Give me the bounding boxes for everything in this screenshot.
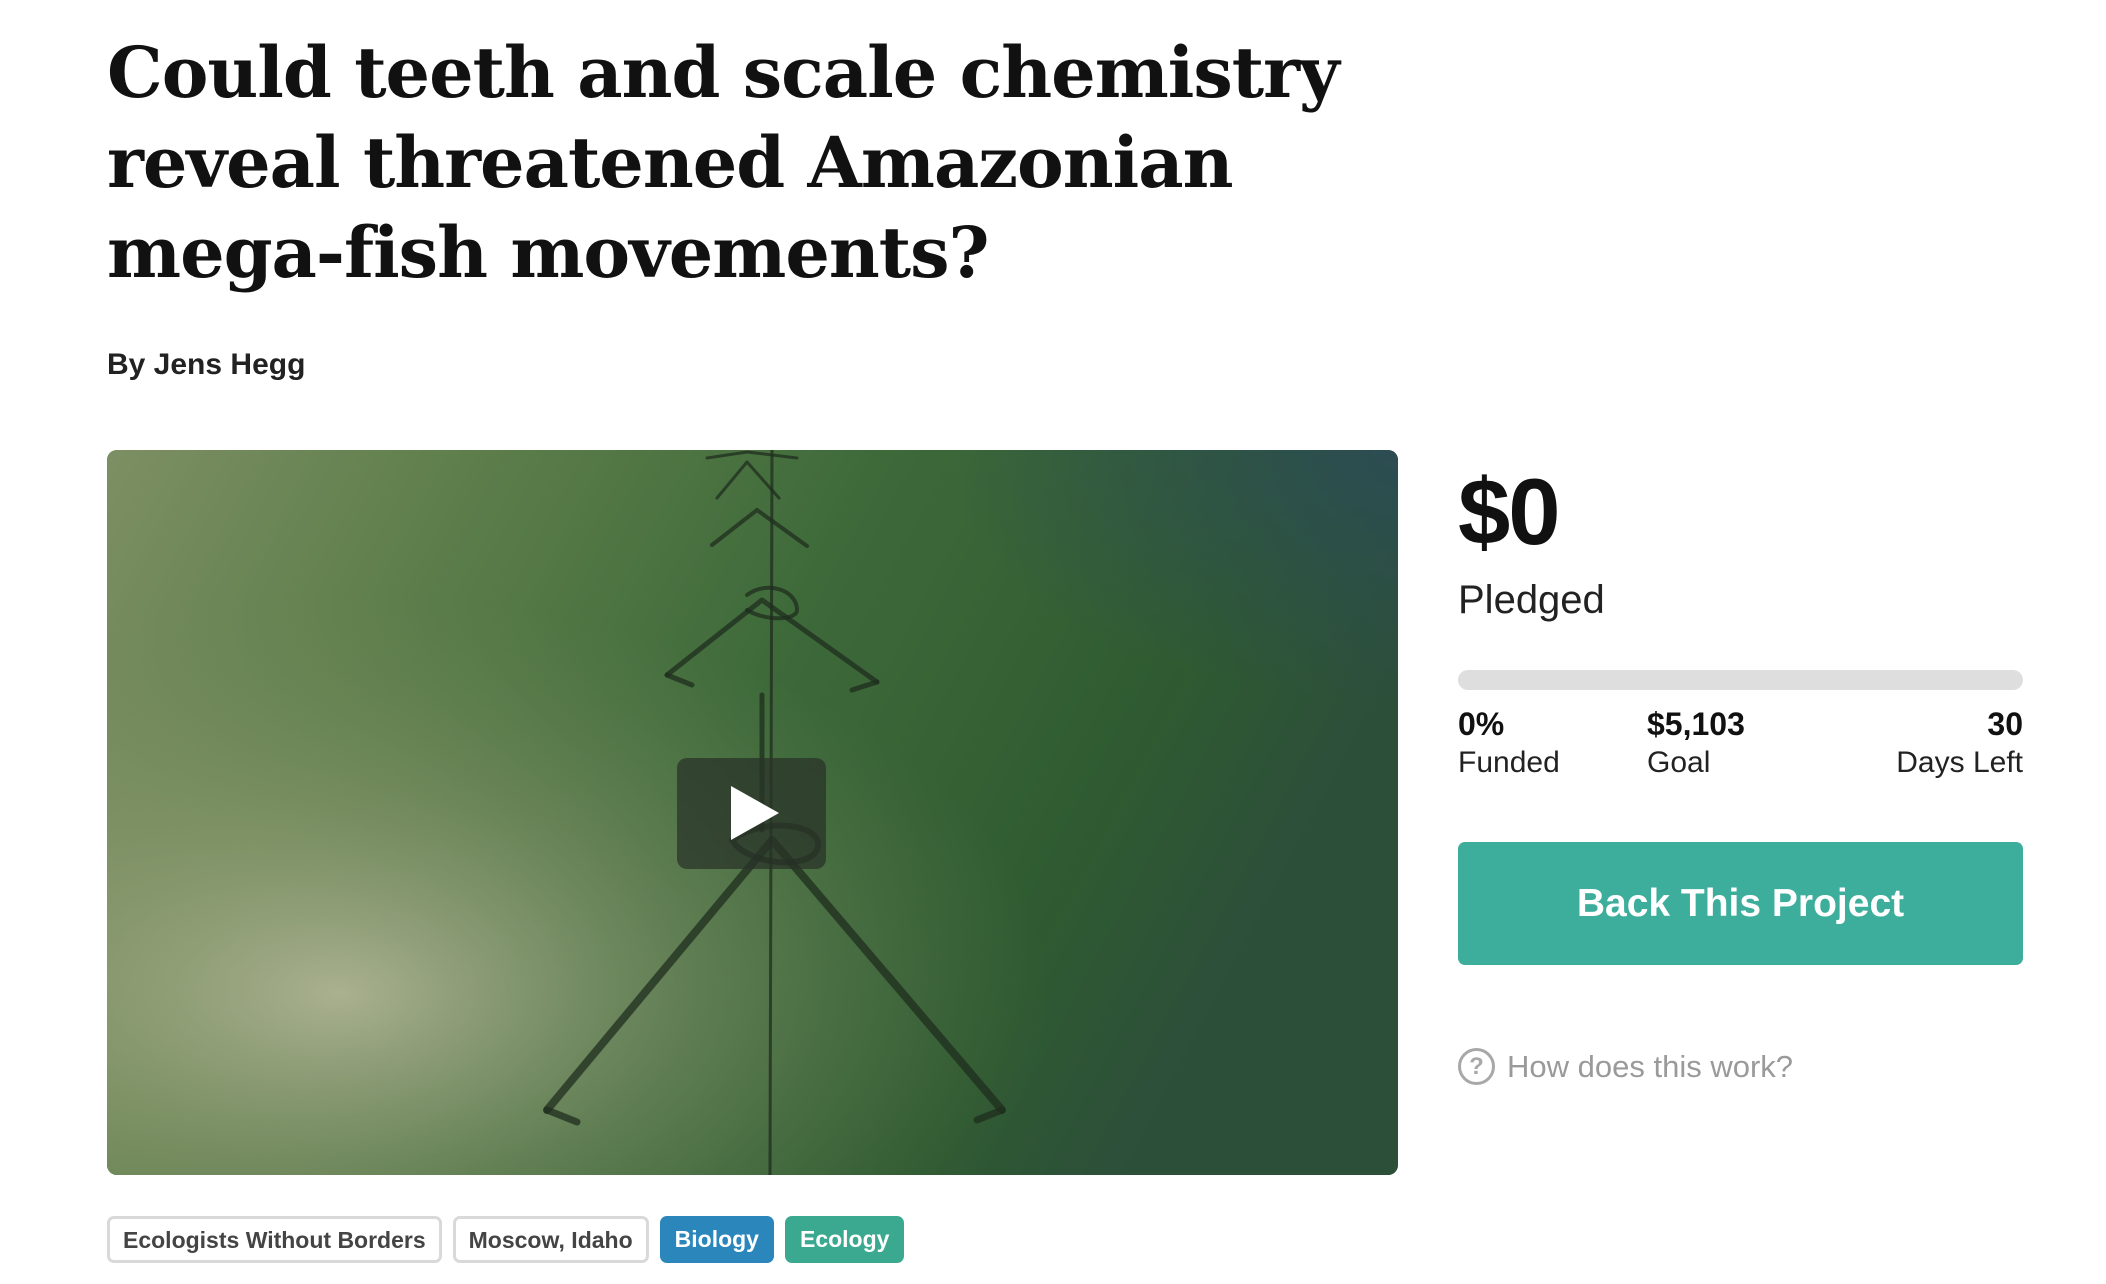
tag-ecology[interactable]: Ecology <box>784 1216 905 1263</box>
page-title: Could teeth and scale chemistry reveal t… <box>107 31 1340 294</box>
funded-stat: 0% Funded <box>1458 704 1560 782</box>
how-does-this-work-link[interactable]: ? How does this work? <box>1458 1048 1793 1085</box>
back-project-button[interactable]: Back This Project <box>1458 842 2023 965</box>
project-tags: Ecologists Without Borders Moscow, Idaho… <box>107 1216 905 1263</box>
pledged-label: Pledged <box>1458 578 1605 622</box>
goal-label: Goal <box>1647 746 1711 779</box>
question-circle-icon: ? <box>1458 1048 1495 1085</box>
funded-value: 0% <box>1458 706 1505 742</box>
play-button[interactable] <box>677 758 826 869</box>
tag-organization[interactable]: Ecologists Without Borders <box>107 1216 442 1263</box>
play-icon <box>731 786 779 840</box>
days-left-label: Days Left <box>1896 746 2023 779</box>
how-does-this-work-label: How does this work? <box>1507 1048 1794 1084</box>
days-left-stat: 30 Days Left <box>1896 704 2023 782</box>
pledged-amount: $0 <box>1458 459 1561 564</box>
tag-location[interactable]: Moscow, Idaho <box>452 1216 649 1263</box>
goal-stat: $5,103 Goal <box>1647 704 1745 782</box>
tag-biology[interactable]: Biology <box>659 1216 774 1263</box>
funded-label: Funded <box>1458 746 1560 779</box>
byline: By Jens Hegg <box>107 348 306 381</box>
days-left-value: 30 <box>1987 706 2023 742</box>
funding-progress-bar <box>1458 670 2023 690</box>
project-video[interactable] <box>107 450 1398 1175</box>
goal-value: $5,103 <box>1647 706 1745 742</box>
